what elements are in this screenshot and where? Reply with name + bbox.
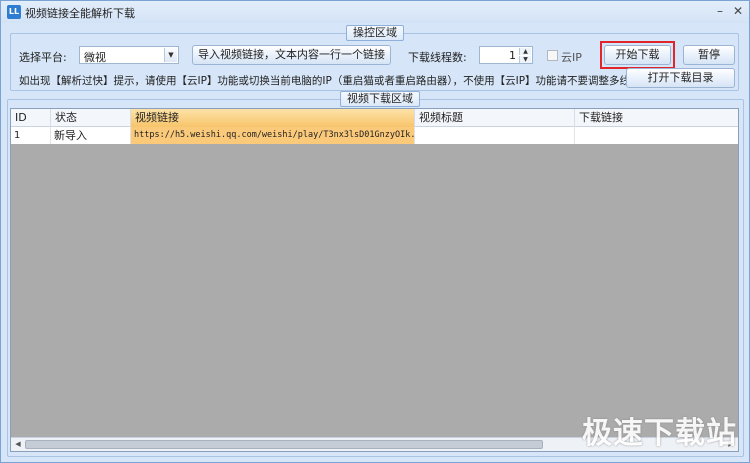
table-row[interactable]: 1 新导入 https://h5.weishi.qq.com/weishi/pl… <box>11 127 738 144</box>
table-header: ID 状态 视频链接 视频标题 下载链接 <box>11 109 738 127</box>
stepper-down-icon[interactable]: ▼ <box>519 56 531 63</box>
cell-download-url <box>575 127 738 144</box>
app-window: LL 视频链接全能解析下载 – ✕ 操控区域 选择平台: 微视 ▼ 导入视频链接… <box>0 0 750 463</box>
column-header-video-url[interactable]: 视频链接 <box>131 109 415 127</box>
cell-id: 1 <box>11 127 51 144</box>
threads-value: 1 <box>509 49 516 62</box>
column-header-status[interactable]: 状态 <box>51 109 131 127</box>
threads-label: 下载线程数: <box>408 51 467 64</box>
open-download-dir-button[interactable]: 打开下载目录 <box>626 68 735 88</box>
cell-video-url[interactable]: https://h5.weishi.qq.com/weishi/play/T3n… <box>131 127 415 144</box>
cell-video-title <box>415 127 575 144</box>
title-bar: LL 视频链接全能解析下载 – ✕ <box>1 1 749 23</box>
start-download-button[interactable]: 开始下载 <box>604 45 671 65</box>
chevron-down-icon[interactable]: ▼ <box>164 48 177 62</box>
column-header-id[interactable]: ID <box>11 109 51 127</box>
platform-select[interactable]: 微视 ▼ <box>79 46 179 64</box>
platform-select-value: 微视 <box>84 51 106 64</box>
download-area-title: 视频下载区域 <box>340 91 420 107</box>
platform-label: 选择平台: <box>19 51 67 64</box>
stepper-up-icon[interactable]: ▲ <box>519 48 531 55</box>
download-table[interactable]: ID 状态 视频链接 视频标题 下载链接 1 新导入 https://h5.we… <box>10 108 739 452</box>
cloud-ip-checkbox[interactable] <box>547 50 558 61</box>
minimize-button[interactable]: – <box>713 5 727 19</box>
scroll-left-icon[interactable]: ◀ <box>12 439 24 450</box>
hint-text: 如出现【解析过快】提示，请使用【云IP】功能或切换当前电脑的IP（重启猫或者重启… <box>19 75 641 87</box>
import-links-button[interactable]: 导入视频链接，文本内容一行一个链接 <box>192 45 391 65</box>
window-title: 视频链接全能解析下载 <box>25 7 135 20</box>
column-header-download-url[interactable]: 下载链接 <box>575 109 738 127</box>
cell-status: 新导入 <box>51 127 131 144</box>
scrollbar-thumb[interactable] <box>25 440 543 449</box>
watermark-logo: 极速下载站 <box>582 416 737 451</box>
column-header-video-title[interactable]: 视频标题 <box>415 109 575 127</box>
app-icon: LL <box>7 5 21 19</box>
control-area-title: 操控区域 <box>346 25 404 41</box>
threads-stepper[interactable]: 1 ▲ ▼ <box>479 46 533 64</box>
pause-button[interactable]: 暂停 <box>683 45 735 65</box>
cloud-ip-label: 云IP <box>561 51 582 64</box>
close-button[interactable]: ✕ <box>731 5 745 19</box>
